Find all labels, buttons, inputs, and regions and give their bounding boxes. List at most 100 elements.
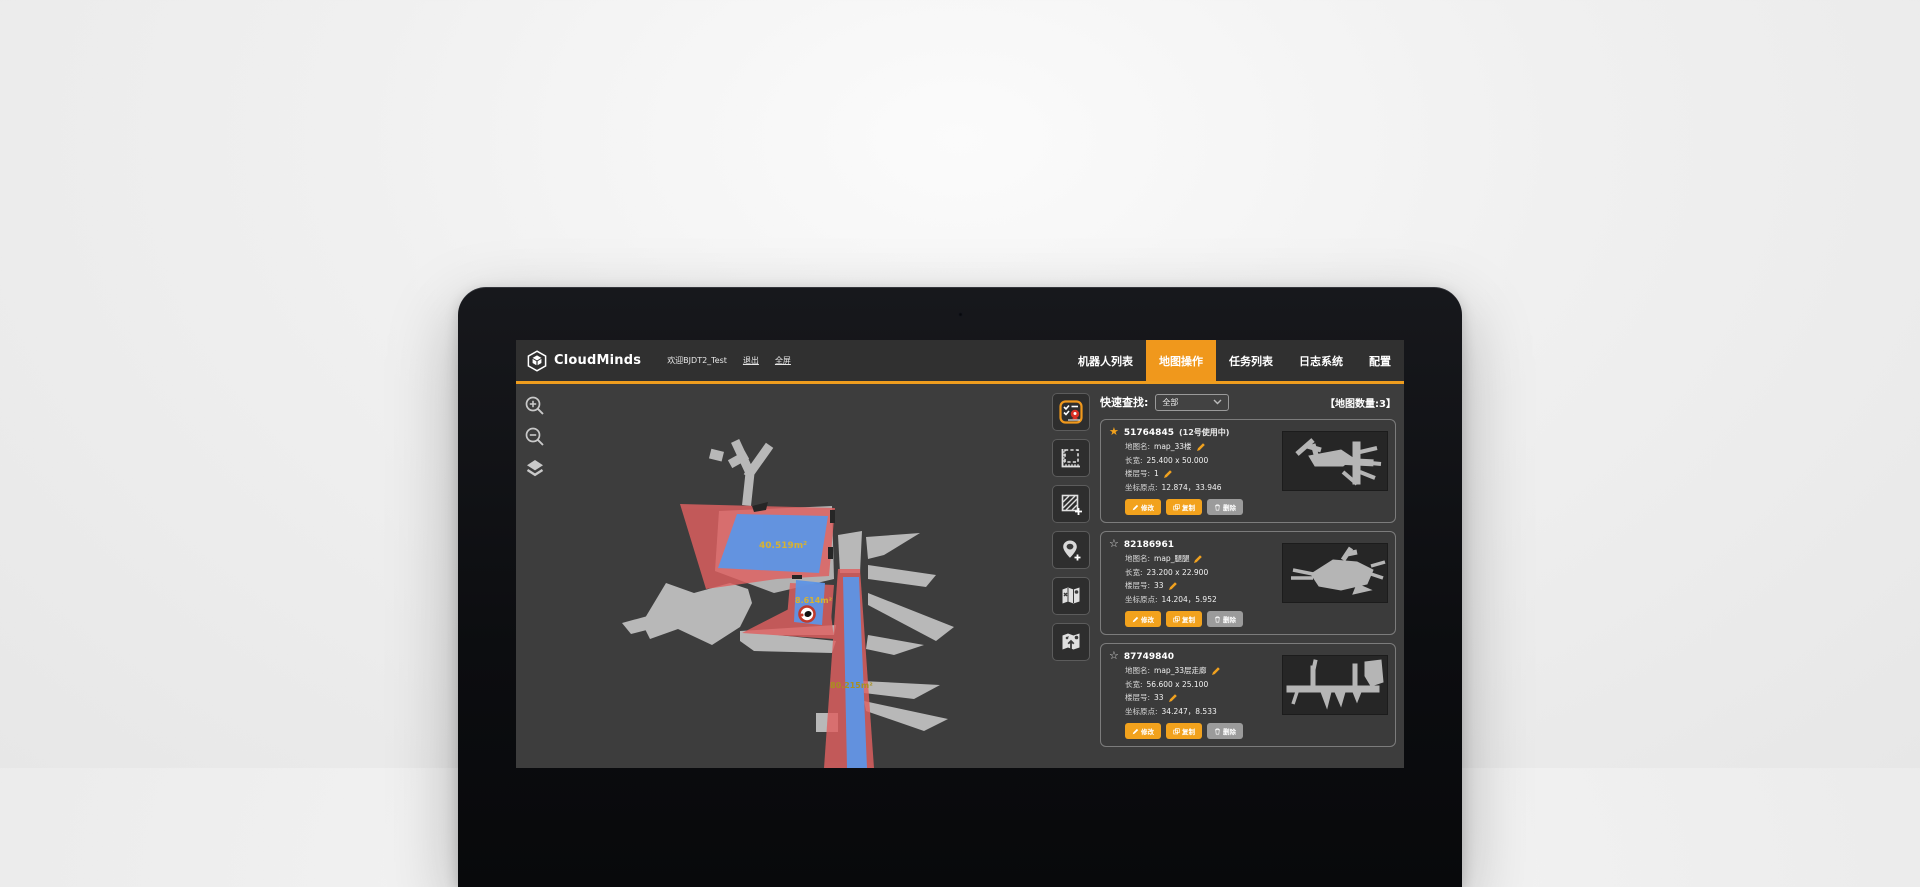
delete-button[interactable]: 删除: [1207, 723, 1243, 739]
area-label: 40.519m²: [759, 541, 807, 551]
quick-search-row: 快速查找: 全部 【地图数量:3】: [1100, 387, 1396, 417]
add-poi-button[interactable]: [1052, 531, 1090, 569]
field-label: 楼层号:: [1125, 580, 1150, 591]
trash-icon: [1214, 728, 1221, 735]
map-thumbnail-image: [1283, 432, 1387, 490]
filter-select[interactable]: 全部: [1155, 394, 1229, 411]
zoom-out-icon[interactable]: [524, 426, 546, 448]
area-label: 8.614m²: [795, 596, 833, 605]
task-pin-list-icon: [1058, 399, 1084, 425]
favorite-star-icon[interactable]: ☆: [1109, 650, 1119, 661]
brand-logo[interactable]: CloudMinds: [526, 350, 641, 372]
map-upload-button[interactable]: [1052, 623, 1090, 661]
copy-icon: [1173, 616, 1180, 623]
field-label: 楼层号:: [1125, 468, 1150, 479]
map-thumbnail[interactable]: [1282, 543, 1388, 603]
map-thumbnail[interactable]: [1282, 431, 1388, 491]
webcam-dot: [958, 312, 963, 317]
map-id: 87749840: [1124, 652, 1174, 662]
modify-button[interactable]: 修改: [1125, 723, 1161, 739]
field-label: 长宽:: [1125, 679, 1143, 690]
favorite-star-icon[interactable]: ★: [1109, 426, 1119, 437]
measure-area-button[interactable]: [1052, 439, 1090, 477]
edit-pencil-icon[interactable]: [1168, 693, 1178, 703]
floor-value: 33: [1154, 581, 1164, 590]
map-card[interactable]: ☆ 82186961 地图名:map_腿腿 长宽:23.200 x 22.900…: [1100, 531, 1396, 635]
map-walls: [622, 445, 954, 732]
delete-button[interactable]: 删除: [1207, 611, 1243, 627]
task-pin-list-button[interactable]: [1052, 393, 1090, 431]
tab-robot-list[interactable]: 机器人列表: [1065, 340, 1146, 381]
add-virtual-wall-icon: [1059, 492, 1083, 516]
map-name-value: map_33层走廊: [1154, 665, 1206, 676]
field-label: 坐标原点:: [1125, 482, 1158, 493]
field-label: 长宽:: [1125, 567, 1143, 578]
map-name-value: map_33楼: [1154, 441, 1191, 452]
map-list-panel: 快速查找: 全部 【地图数量:3】 ★ 51764845 (12号使用中): [1100, 387, 1396, 768]
dimensions-value: 23.200 x 22.900: [1147, 568, 1209, 577]
edit-pencil-icon[interactable]: [1211, 666, 1221, 676]
field-label: 坐标原点:: [1125, 594, 1158, 605]
delete-button[interactable]: 删除: [1207, 499, 1243, 515]
map-card[interactable]: ★ 51764845 (12号使用中) 地图名: map_33楼 长宽: 25.40…: [1100, 419, 1396, 523]
copy-icon: [1173, 728, 1180, 735]
tab-log-system[interactable]: 日志系统: [1286, 340, 1356, 381]
map-name-value: map_腿腿: [1154, 553, 1189, 564]
map-delete-icon: [1059, 584, 1083, 608]
map-delete-button[interactable]: [1052, 577, 1090, 615]
map-card-list: ★ 51764845 (12号使用中) 地图名: map_33楼 长宽: 25.40…: [1100, 419, 1396, 747]
brand-name: CloudMinds: [554, 353, 641, 368]
field-label: 楼层号:: [1125, 692, 1150, 703]
chevron-down-icon: [1213, 399, 1222, 405]
map-edit-toolbar: [1052, 393, 1090, 661]
content-area: 40.519m² 8.614m² 80.215m²: [516, 387, 1404, 768]
tab-task-list[interactable]: 任务列表: [1216, 340, 1286, 381]
copy-icon: [1173, 504, 1180, 511]
map-canvas[interactable]: 40.519m² 8.614m² 80.215m²: [516, 387, 1051, 768]
favorite-star-icon[interactable]: ☆: [1109, 538, 1119, 549]
map-count-text: 【地图数量:3】: [1325, 395, 1396, 410]
copy-button[interactable]: 复制: [1166, 611, 1202, 627]
map-id: 82186961: [1124, 540, 1174, 550]
map-thumbnail-image: [1283, 544, 1387, 602]
map-card[interactable]: ☆ 87749840 地图名: map_33层走廊 长宽: 56.600 x 25.…: [1100, 643, 1396, 747]
origin-value: 34.247，8.533: [1162, 706, 1217, 717]
modify-button[interactable]: 修改: [1125, 499, 1161, 515]
copy-button[interactable]: 复制: [1166, 723, 1202, 739]
origin-value: 12.874，33.946: [1162, 482, 1222, 493]
add-poi-icon: [1059, 538, 1083, 562]
quick-search-label: 快速查找:: [1100, 394, 1148, 410]
edit-pencil-icon[interactable]: [1193, 554, 1203, 564]
edit-pencil-icon[interactable]: [1163, 469, 1173, 479]
session-info: 欢迎BJDT2_Test 退出 全屏: [667, 355, 791, 366]
measure-area-icon: [1059, 446, 1083, 470]
tab-map-operation[interactable]: 地图操作: [1146, 340, 1216, 381]
robot-marker[interactable]: [800, 607, 815, 622]
edit-pencil-icon[interactable]: [1168, 581, 1178, 591]
dimensions-value: 56.600 x 25.100: [1147, 680, 1209, 689]
main-tabs: 机器人列表 地图操作 任务列表 日志系统 配置: [1065, 340, 1404, 381]
map-thumbnail[interactable]: [1282, 655, 1388, 715]
app-screen: CloudMinds 欢迎BJDT2_Test 退出 全屏 机器人列表 地图操作…: [516, 340, 1404, 768]
add-virtual-wall-button[interactable]: [1052, 485, 1090, 523]
fullscreen-link[interactable]: 全屏: [775, 355, 791, 366]
map-thumbnail-image: [1283, 656, 1387, 714]
edit-pencil-icon[interactable]: [1196, 442, 1206, 452]
map-usage-status: (12号使用中): [1179, 427, 1229, 438]
layers-icon[interactable]: [524, 457, 546, 479]
trash-icon: [1214, 504, 1221, 511]
field-label: 地图名:: [1125, 441, 1150, 452]
copy-button[interactable]: 复制: [1166, 499, 1202, 515]
field-label: 长宽:: [1125, 455, 1143, 466]
cloudminds-cube-icon: [526, 350, 548, 372]
field-label: 坐标原点:: [1125, 706, 1158, 717]
tab-config[interactable]: 配置: [1356, 340, 1404, 381]
field-label: 地图名:: [1125, 665, 1150, 676]
welcome-text: 欢迎BJDT2_Test: [667, 355, 727, 366]
modify-button[interactable]: 修改: [1125, 611, 1161, 627]
logout-link[interactable]: 退出: [743, 355, 759, 366]
map-id: 51764845: [1124, 428, 1174, 438]
zoom-in-icon[interactable]: [524, 395, 546, 417]
map-upload-icon: [1059, 630, 1083, 654]
dimensions-value: 25.400 x 50.000: [1147, 456, 1209, 465]
